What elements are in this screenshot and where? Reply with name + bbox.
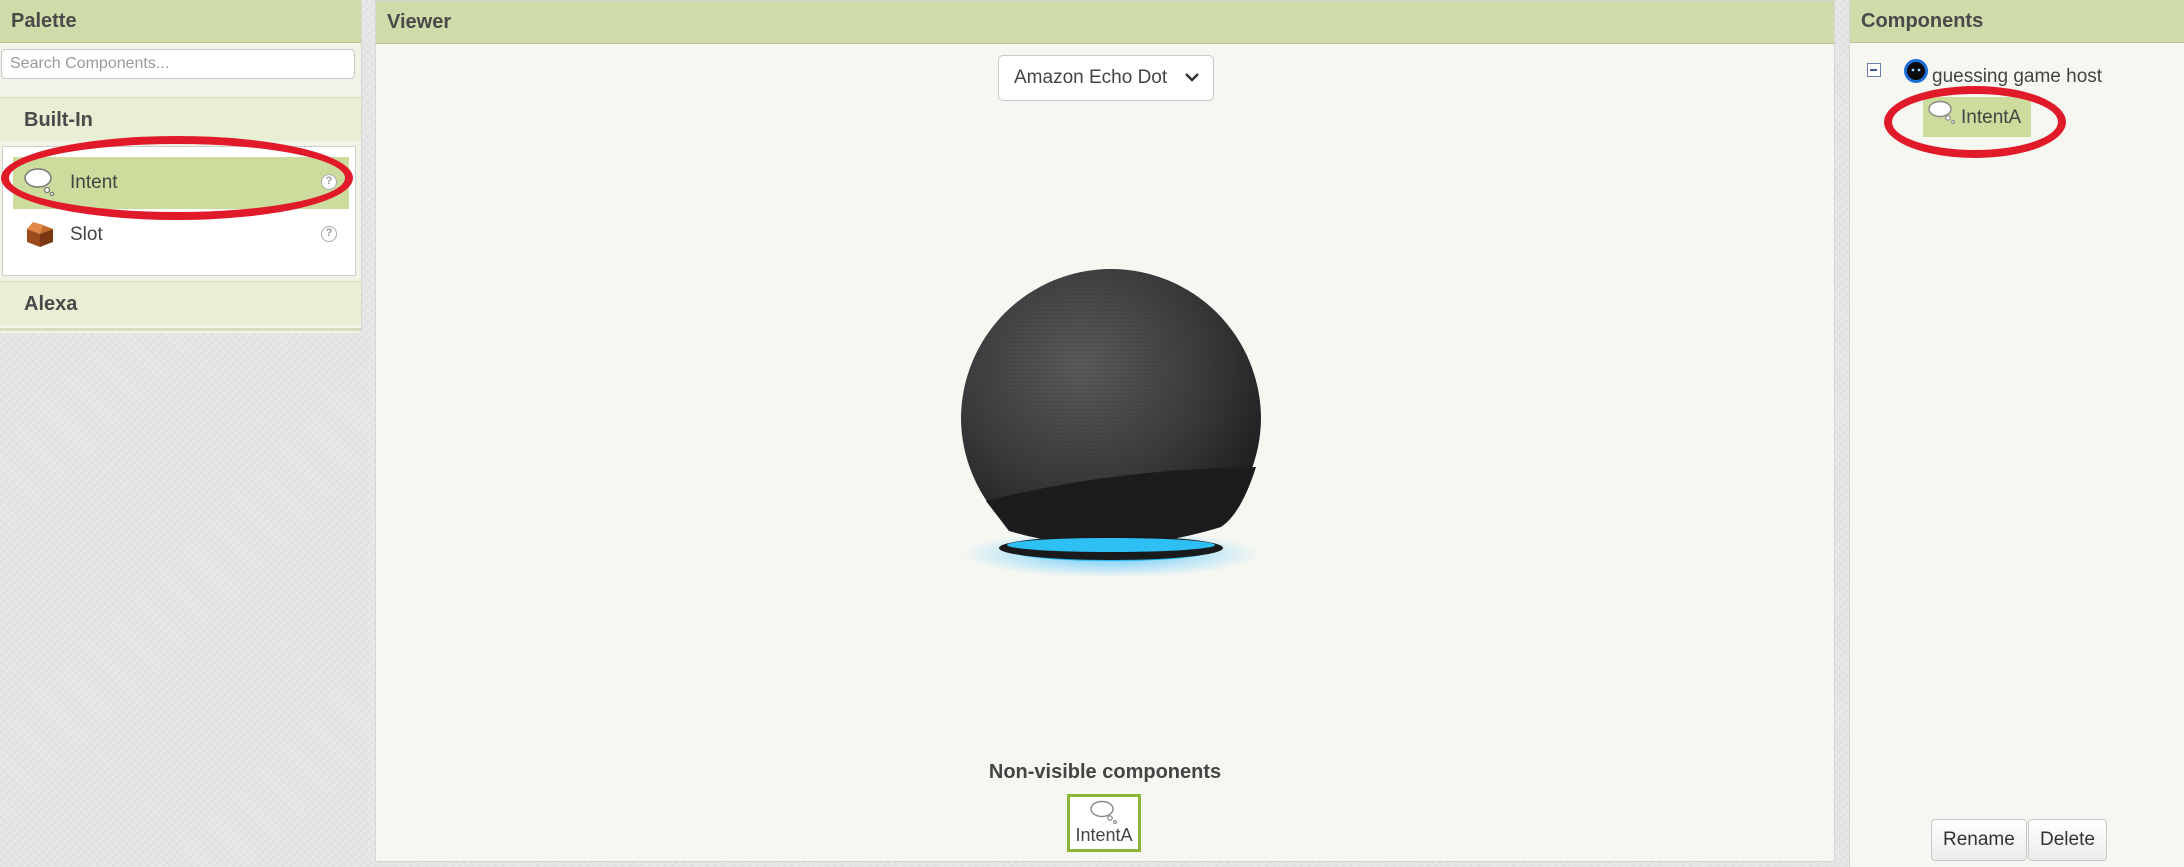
device-select-dropdown[interactable]: Amazon Echo Dot — [998, 55, 1214, 101]
palette-item-slot[interactable]: Slot ? — [13, 209, 349, 261]
category-alexa[interactable]: Alexa — [0, 281, 361, 325]
speech-bubble-icon — [1090, 800, 1117, 824]
tree-item-intenta[interactable]: IntentA — [1923, 97, 2031, 137]
amazon-echo-dot-image — [961, 269, 1261, 578]
palette-item-intent[interactable]: Intent ? — [13, 157, 349, 209]
help-icon[interactable]: ? — [321, 174, 337, 190]
help-icon[interactable]: ? — [321, 226, 337, 242]
palette-item-label: Intent — [70, 172, 118, 193]
viewer-panel: Viewer Amazon Echo Dot Non-visible compo… — [375, 0, 1835, 862]
speech-bubble-icon — [1928, 100, 1955, 124]
chevron-down-icon — [1185, 73, 1199, 82]
box-icon — [27, 222, 53, 247]
viewer-title: Viewer — [376, 1, 1834, 44]
tree-root-label[interactable]: guessing game host — [1932, 66, 2102, 88]
non-visible-component-label: IntentA — [1075, 825, 1133, 845]
non-visible-component-intenta[interactable]: IntentA — [1067, 794, 1141, 852]
palette-panel: Palette Built-In Intent ? Slot ? Alexa — [0, 0, 362, 333]
delete-button[interactable]: Delete — [2028, 819, 2107, 861]
components-panel: Components guessing game host IntentA Re… — [1849, 0, 2184, 867]
category-built-in[interactable]: Built-In — [0, 97, 361, 141]
components-title: Components — [1850, 0, 2184, 43]
non-visible-components-title: Non-visible components — [988, 761, 1222, 783]
tree-item-label: IntentA — [1961, 107, 2022, 128]
built-in-component-list: Intent ? Slot ? — [2, 146, 356, 276]
rename-button[interactable]: Rename — [1931, 819, 2027, 861]
speech-bubble-icon — [24, 168, 55, 197]
alexa-icon — [1904, 59, 1928, 83]
collapse-toggle-icon[interactable] — [1867, 63, 1881, 77]
search-components-input[interactable] — [1, 49, 355, 79]
divider — [0, 328, 361, 331]
device-select-value: Amazon Echo Dot — [1014, 67, 1168, 88]
palette-item-label: Slot — [70, 224, 103, 245]
palette-title: Palette — [0, 0, 361, 43]
